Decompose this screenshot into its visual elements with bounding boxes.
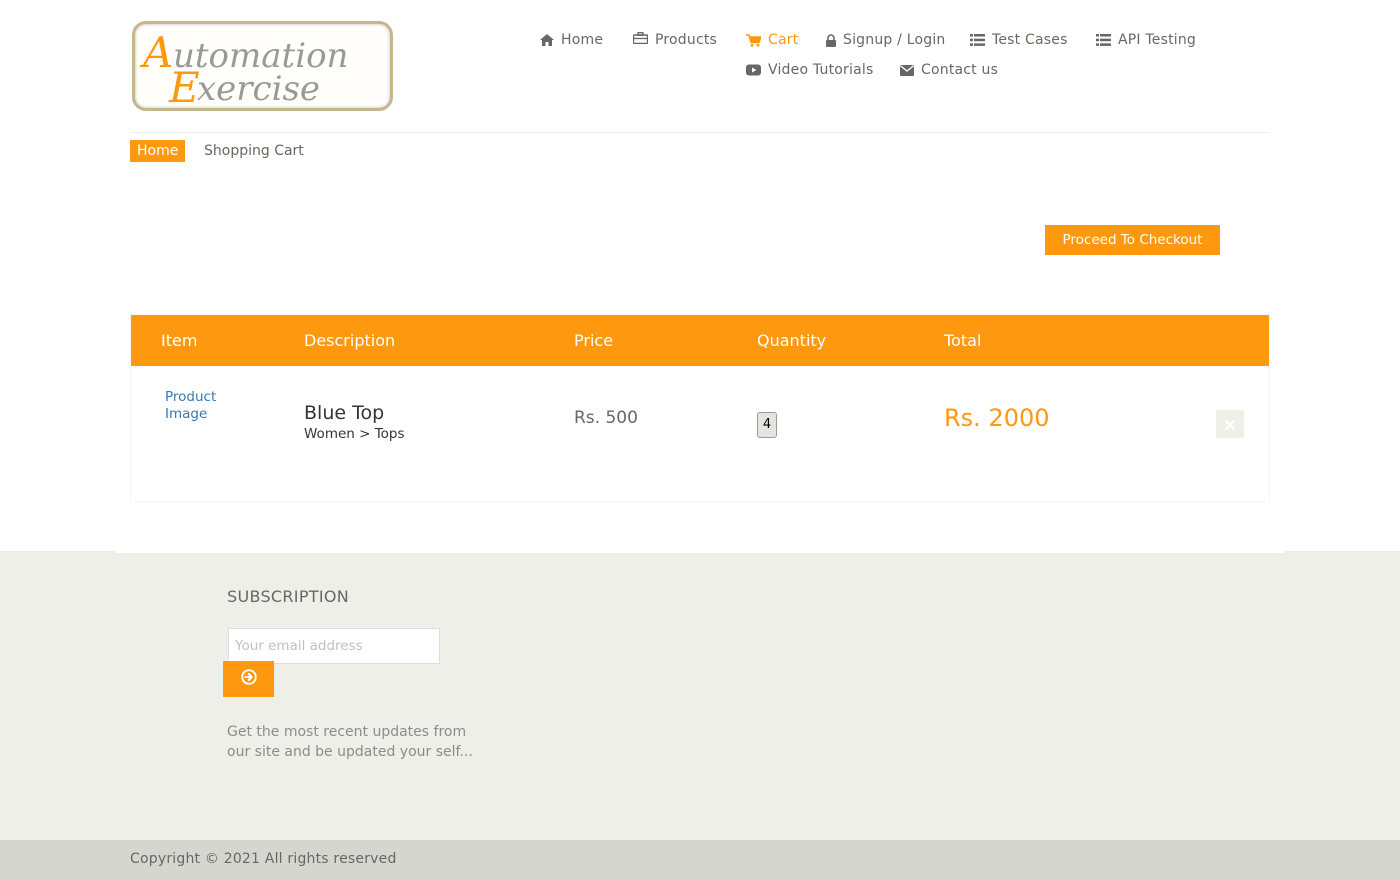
nav-api-testing-label: API Testing — [1118, 32, 1197, 48]
briefcase-icon — [633, 32, 648, 44]
site-logo[interactable]: A utomation E xercise — [132, 21, 393, 111]
cart-table-header: Item Description Price Quantity Total — [131, 315, 1269, 366]
subscription-email-input[interactable] — [228, 628, 440, 664]
product-category: Women > Tops — [304, 426, 405, 442]
logo-letter-e: E — [168, 63, 200, 108]
nav-api-testing[interactable]: API Testing — [1096, 30, 1196, 50]
header-divider — [130, 132, 1270, 133]
header-description: Description — [304, 331, 396, 350]
footer-subscription: SUBSCRIPTION Get the most recent updates… — [0, 551, 1400, 840]
proceed-to-checkout-button[interactable]: Proceed To Checkout — [1045, 225, 1220, 255]
cart-table: Item Description Price Quantity Total Pr… — [130, 314, 1270, 502]
nav-test-cases[interactable]: Test Cases — [970, 30, 1068, 50]
subscribe-button[interactable] — [223, 661, 274, 697]
footer-divider — [115, 551, 1285, 553]
home-icon — [540, 34, 554, 46]
envelope-icon — [900, 64, 914, 76]
breadcrumb-home[interactable]: Home — [130, 140, 185, 162]
header-quantity: Quantity — [757, 331, 827, 350]
lock-icon — [826, 33, 836, 47]
product-name[interactable]: Blue Top — [304, 402, 384, 424]
nav-products[interactable]: Products — [633, 30, 717, 50]
nav-contact-us-label: Contact us — [921, 62, 999, 78]
header-price: Price — [574, 331, 614, 350]
nav-home-label: Home — [561, 32, 604, 48]
nav-signup-login[interactable]: Signup / Login — [826, 30, 945, 50]
footer-bottom: Copyright © 2021 All rights reserved — [0, 840, 1400, 880]
nav-test-cases-label: Test Cases — [992, 32, 1068, 48]
nav-products-label: Products — [655, 32, 718, 48]
subscription-title: SUBSCRIPTION — [227, 587, 350, 606]
subscription-description: Get the most recent updates from our sit… — [227, 724, 473, 760]
list-icon — [1096, 34, 1111, 46]
close-icon — [1225, 415, 1235, 434]
nav-cart[interactable]: Cart — [746, 30, 798, 50]
copyright-text: Copyright © 2021 All rights reserved — [130, 851, 397, 867]
nav-video-tutorials-label: Video Tutorials — [768, 62, 874, 78]
list-icon — [970, 34, 985, 46]
nav-cart-label: Cart — [768, 32, 799, 48]
shopping-cart-icon — [746, 33, 761, 47]
nav-contact-us[interactable]: Contact us — [900, 60, 998, 80]
nav-video-tutorials[interactable]: Video Tutorials — [746, 60, 873, 80]
arrow-circle-right-icon — [240, 669, 257, 689]
header-item: Item — [161, 331, 198, 350]
nav-signup-login-label: Signup / Login — [843, 32, 946, 48]
nav-home[interactable]: Home — [540, 30, 603, 50]
product-total: Rs. 2000 — [944, 404, 1050, 432]
header-total: Total — [944, 331, 982, 350]
quantity-value: 4 — [757, 412, 777, 438]
breadcrumb-current: Shopping Cart — [204, 143, 304, 159]
youtube-play-icon — [746, 64, 761, 76]
product-price: Rs. 500 — [574, 408, 638, 428]
logo-text-2: xercise — [197, 69, 320, 108]
product-image[interactable]: Product Image — [165, 389, 235, 423]
delete-item-button[interactable] — [1216, 410, 1244, 438]
